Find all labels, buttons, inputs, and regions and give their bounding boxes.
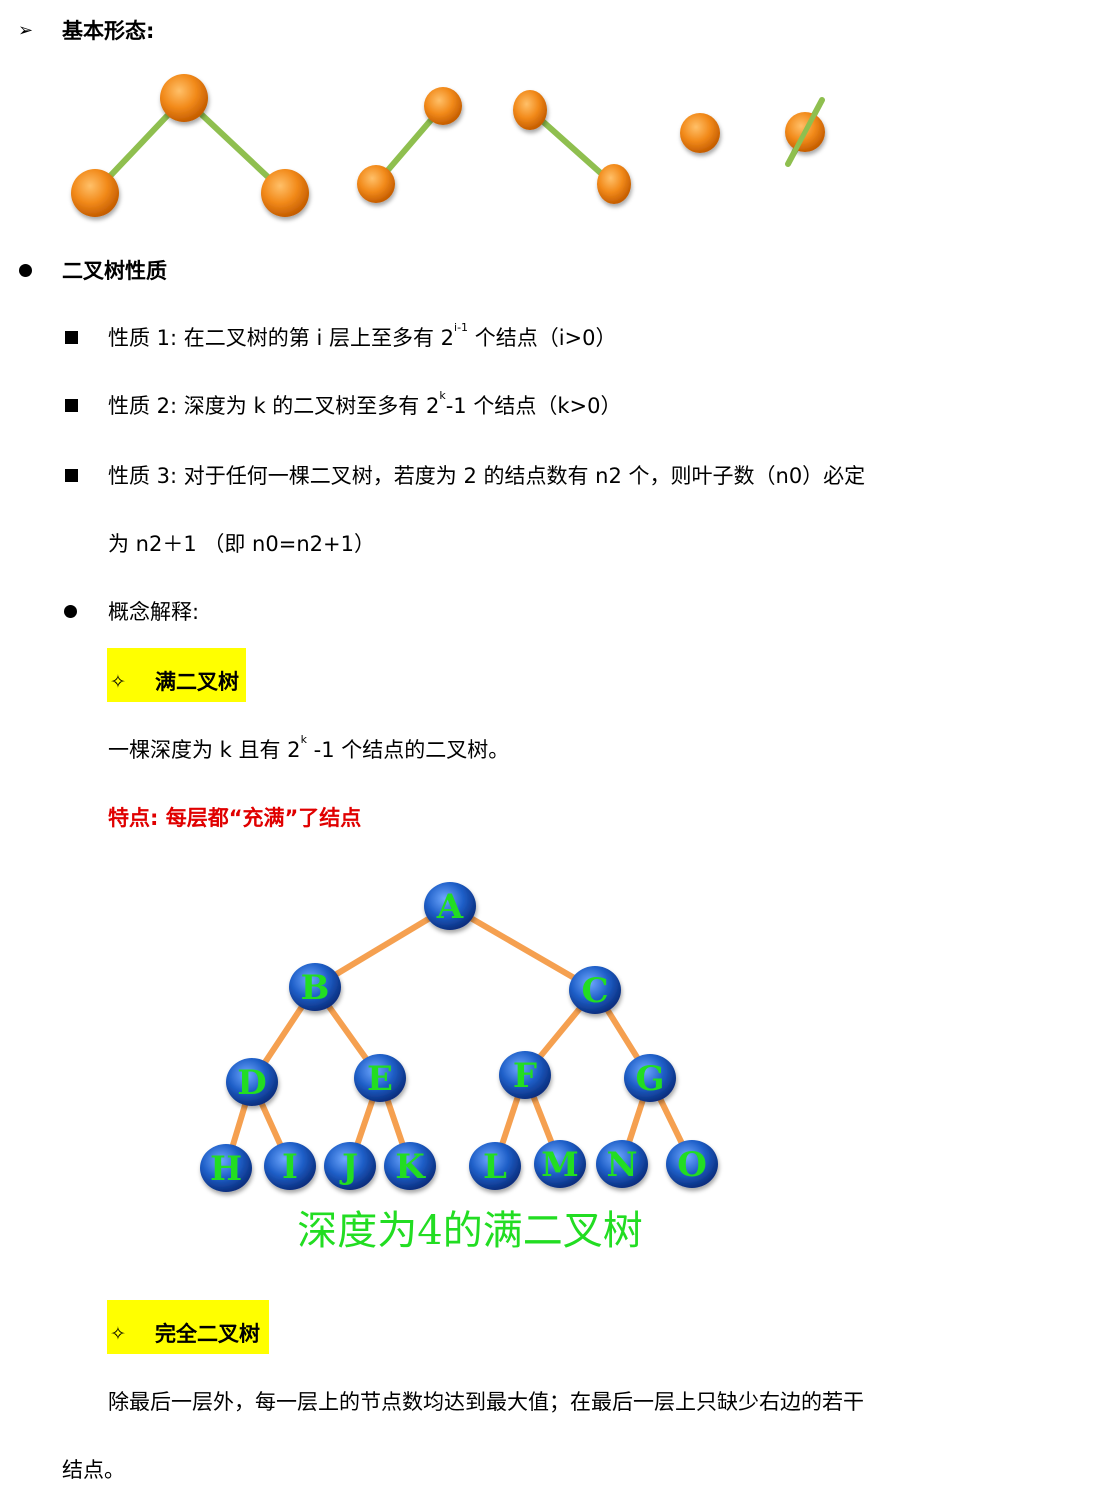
diamond-bullet-icon: ✧ (110, 671, 126, 693)
diamond-bullet-icon: ✧ (110, 1323, 126, 1345)
arrow-bullet-icon: ➢ (18, 20, 34, 41)
property-1: 性质 1: 在二叉树的第 i 层上至多有 2i-1 个结点（i>0） (108, 321, 617, 351)
tree-node-left (357, 165, 395, 203)
complete-tree-definition-line1: 除最后一层外，每一层上的节点数均达到最大值；在最后一层上只缺少右边的若干 (108, 1390, 864, 1414)
tree-node-label-h: H (210, 1149, 242, 1189)
bullet-dot-icon (64, 605, 77, 618)
tree-node-label-f: F (513, 1056, 537, 1096)
tree-node-root (513, 90, 547, 130)
tree-node-right (597, 164, 631, 204)
tree-node-single (680, 113, 720, 153)
property-2: 性质 2: 深度为 k 的二叉树至多有 2k-1 个结点（k>0） (108, 389, 622, 419)
bullet-square-icon (65, 469, 78, 482)
full-tree-definition: 一棵深度为 k 且有 2k -1 个结点的二叉树。 (108, 733, 510, 763)
bullet-square-icon (65, 399, 78, 412)
full-tree-caption: 深度为4的满二叉树 (297, 1208, 643, 1254)
bullet-square-icon (65, 331, 78, 344)
concept-explanation: 概念解释: (108, 600, 200, 624)
bullet-dot-icon (19, 264, 32, 277)
property-3-line2: 为 n2＋1 （即 n0=n2+1） (108, 532, 375, 556)
tree-node-label-l: L (483, 1147, 507, 1187)
complete-binary-tree-title: 完全二叉树 (155, 1322, 260, 1346)
tree-node-label-i: I (282, 1147, 298, 1187)
tree-node-label-b: B (301, 968, 330, 1008)
basic-forms-diagram (71, 74, 825, 217)
tree-node-label-g: G (635, 1059, 664, 1099)
tree-node-label-a: A (436, 887, 464, 927)
tree-node-label-k: K (395, 1147, 426, 1187)
tree-node-label-d: D (237, 1063, 266, 1103)
tree-node-root (424, 87, 462, 125)
tree-node-label-j: J (339, 1147, 358, 1187)
property-3-line1: 性质 3: 对于任何一棵二叉树，若度为 2 的结点数有 n2 个，则叶子数（n0… (108, 464, 866, 488)
heading-basic-forms: 基本形态: (62, 19, 155, 43)
full-tree-feature: 特点: 每层都“充满”了结点 (108, 806, 362, 830)
tree-node-left (71, 169, 119, 217)
tree-node-label-e: E (367, 1059, 393, 1099)
tree-node-label-m: M (541, 1145, 579, 1185)
tree-node-right (261, 169, 309, 217)
tree-node-root (160, 74, 208, 122)
complete-tree-definition-line2: 结点。 (62, 1458, 125, 1482)
tree-node-label-o: O (677, 1145, 707, 1185)
heading-binary-tree-properties: 二叉树性质 (62, 259, 167, 283)
tree-node-label-n: N (606, 1145, 637, 1185)
full-binary-tree-title: 满二叉树 (155, 670, 239, 694)
tree-node-label-c: C (581, 971, 608, 1011)
